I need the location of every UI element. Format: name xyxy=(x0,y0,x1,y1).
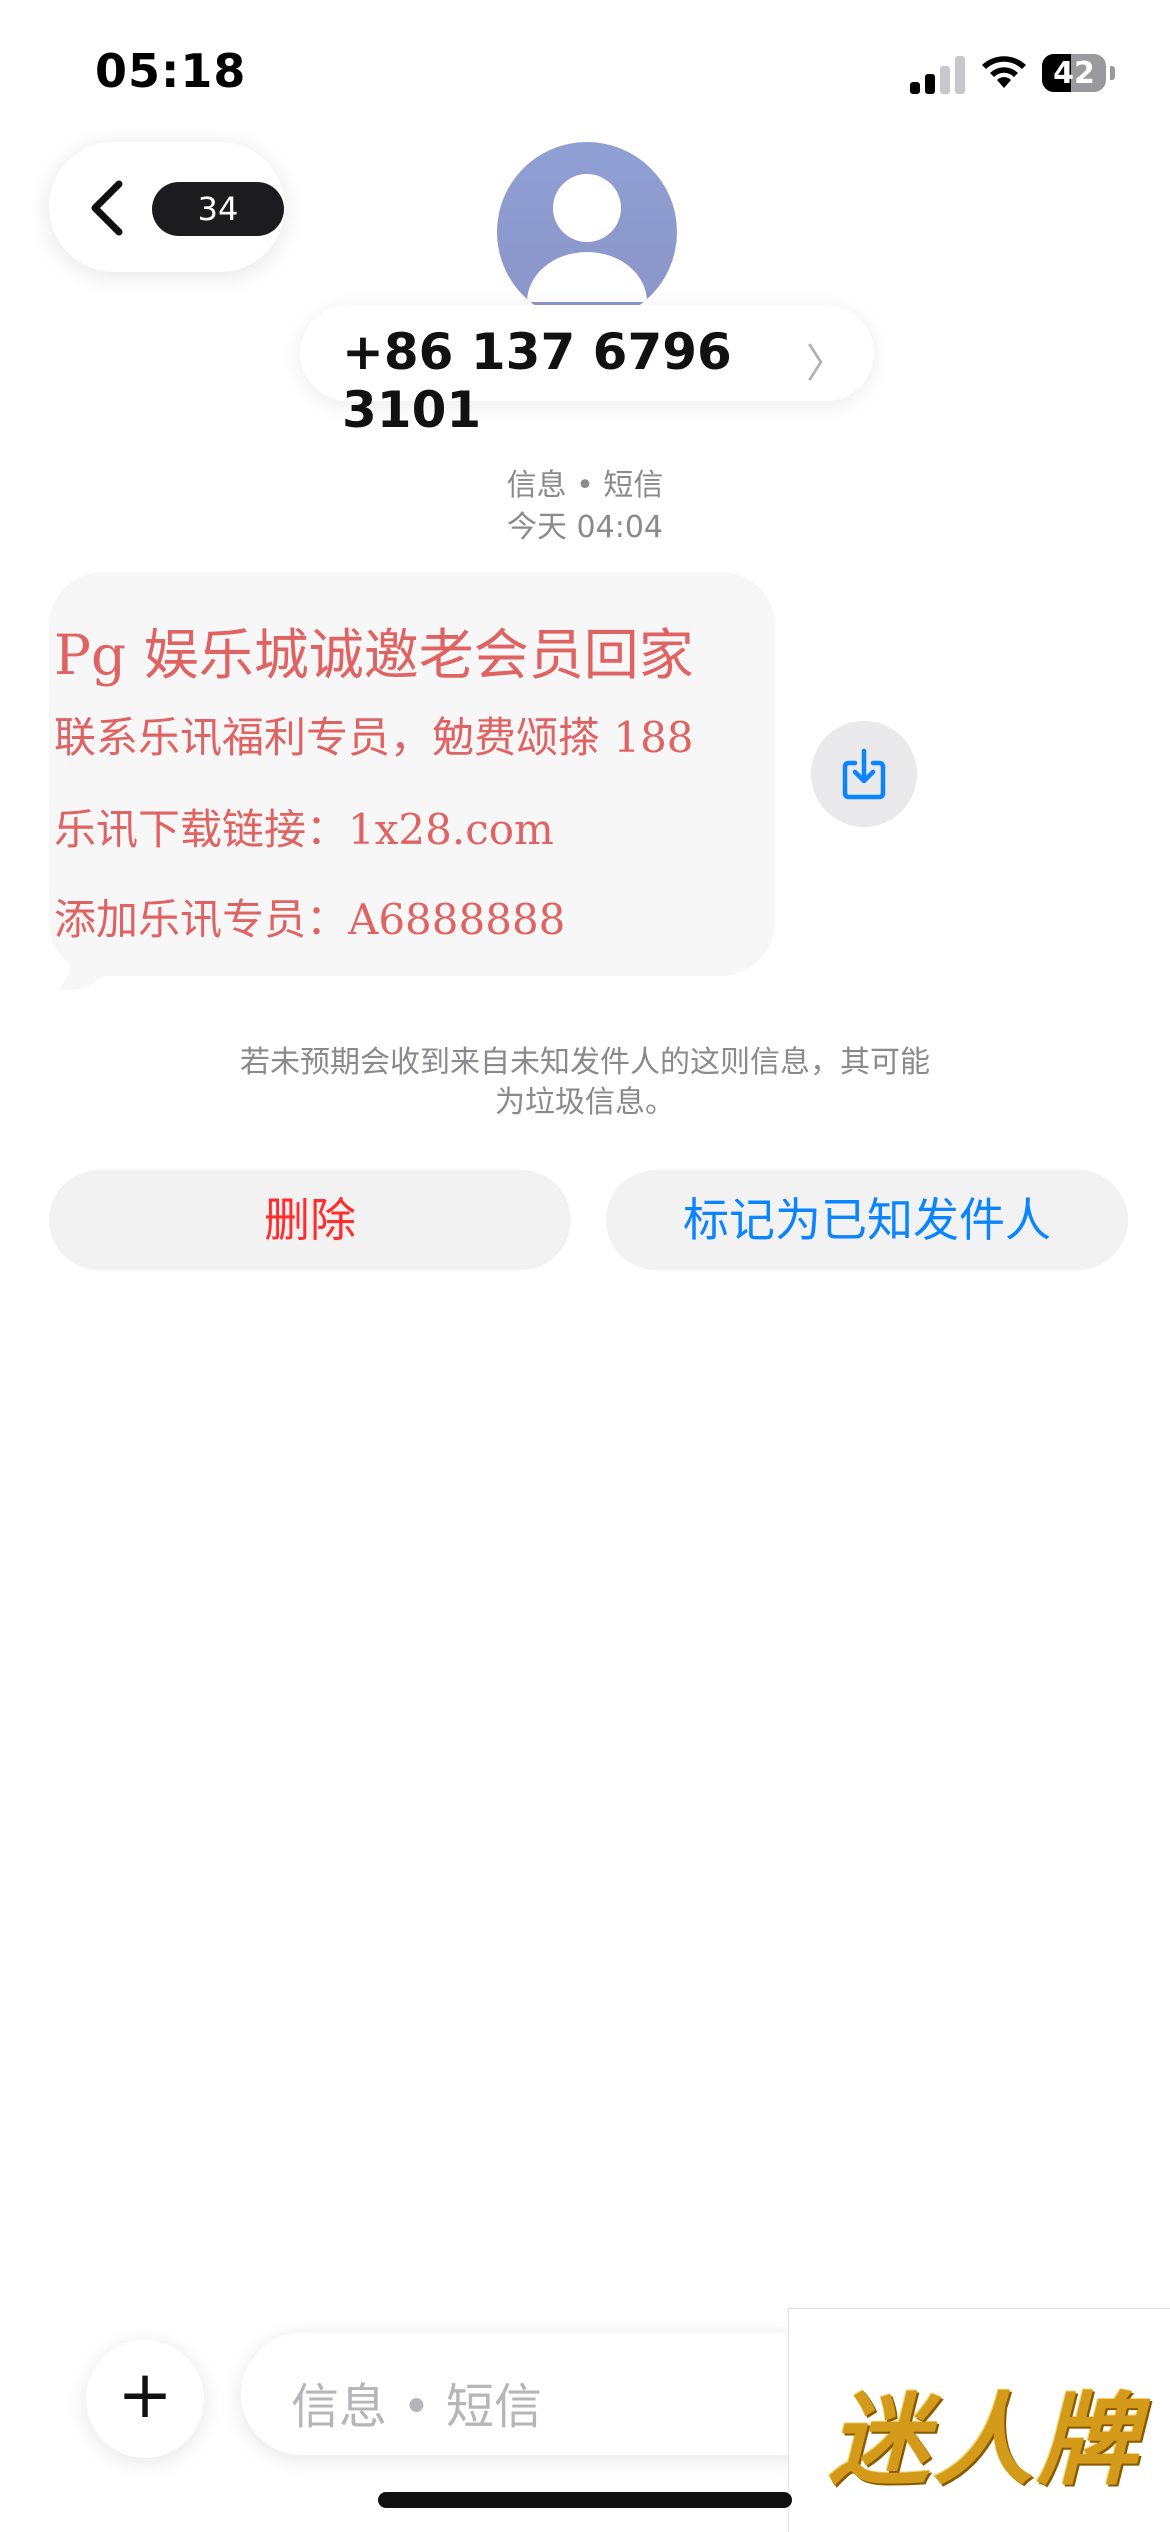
contact-details-button[interactable]: +86 137 6796 3101 〉 xyxy=(300,305,874,439)
battery-icon: 42 xyxy=(1042,54,1106,92)
save-media-button[interactable] xyxy=(811,721,917,827)
message-service-label: 信息 • 短信 xyxy=(506,468,664,503)
phone-number: +86 137 6796 3101 xyxy=(342,323,732,439)
plus-icon: + xyxy=(117,2356,173,2433)
mark-known-sender-button[interactable]: 标记为已知发件人 xyxy=(606,1170,1128,1270)
add-attachment-button[interactable]: + xyxy=(86,2340,204,2458)
save-download-icon xyxy=(842,748,886,800)
message-line: 联系乐讯福利专员，勉费颂搽 188 xyxy=(54,713,694,762)
unread-count-badge: 34 xyxy=(152,182,284,236)
message-input-placeholder: 信息 • 短信 xyxy=(291,2379,542,2435)
chevron-left-icon xyxy=(91,180,123,236)
junk-warning-line: 为垃圾信息。 xyxy=(495,1085,675,1120)
battery-level: 42 xyxy=(1053,56,1095,91)
wifi-icon xyxy=(982,56,1026,88)
watermark-logo: 迷人牌 xyxy=(788,2308,1170,2532)
message-input[interactable]: 信息 • 短信 xyxy=(241,2333,841,2455)
message-bubble[interactable]: Pg 娱乐城诚邀老会员回家 联系乐讯福利专员，勉费颂搽 188 乐讯下载链接：1… xyxy=(49,572,775,976)
message-line: 乐讯下载链接：1x28.com xyxy=(54,805,554,854)
bubble-tail xyxy=(58,950,114,991)
person-icon xyxy=(527,174,647,302)
cellular-signal-icon xyxy=(910,54,966,94)
junk-warning: 若未预期会收到来自未知发件人的这则信息，其可能 为垃圾信息。 xyxy=(150,1043,1020,1123)
home-indicator xyxy=(378,2492,792,2508)
message-line: 添加乐讯专员：A6888888 xyxy=(54,895,566,944)
contact-avatar[interactable] xyxy=(497,142,677,322)
junk-warning-line: 若未预期会收到来自未知发件人的这则信息，其可能 xyxy=(240,1045,930,1080)
messages-screen: 05:18 42 34 +86 137 6796 3101 〉 信息 • 短信 … xyxy=(0,0,1170,2532)
status-time: 05:18 xyxy=(95,44,247,98)
delete-button[interactable]: 删除 xyxy=(49,1170,571,1270)
chevron-right-icon: 〉 xyxy=(806,341,846,387)
status-icons: 42 xyxy=(910,48,1170,98)
message-timestamp: 今天 04:04 xyxy=(507,510,663,545)
back-button[interactable]: 34 xyxy=(49,142,285,272)
message-line: Pg 娱乐城诚邀老会员回家 xyxy=(54,623,694,687)
watermark-text: 迷人牌 xyxy=(829,2382,1141,2499)
